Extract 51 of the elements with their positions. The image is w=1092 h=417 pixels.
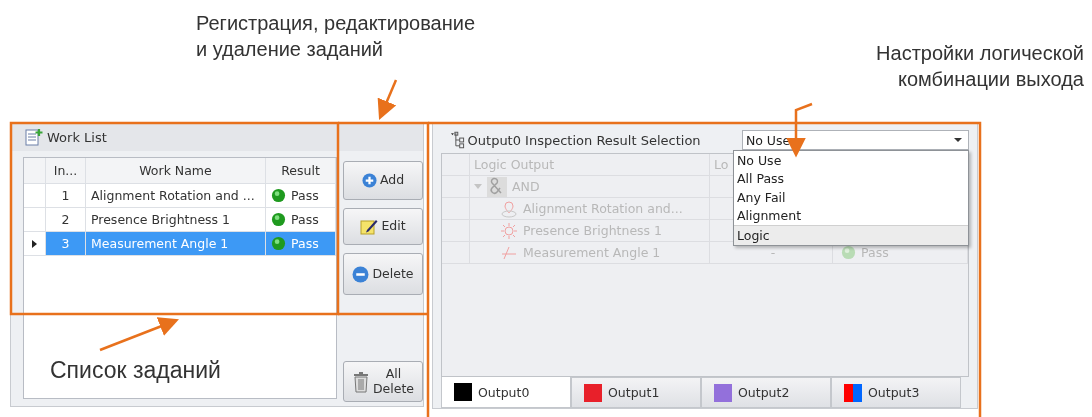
add-button[interactable]: Add	[343, 161, 423, 200]
table-cell: Presence Brightness 1	[86, 208, 266, 232]
tree-node-label: Presence Brightness 1	[523, 223, 663, 238]
pin-icon	[500, 199, 518, 218]
tree-node-label: AND	[512, 179, 540, 194]
field-label: Output0 Inspection Result Selection	[467, 132, 702, 148]
tree-node-label: Measurement Angle 1	[523, 245, 661, 260]
dropdown-option[interactable]: Any Fail	[734, 188, 968, 207]
table-cell: Measurement Angle 1	[86, 232, 266, 256]
arrow	[377, 79, 398, 120]
status-light-icon	[841, 245, 856, 260]
dropdown-option[interactable]: No Use	[734, 151, 968, 170]
status-light-icon	[271, 212, 286, 227]
table-cell: 3	[46, 232, 86, 256]
cell-text: -	[770, 245, 776, 260]
output-tab[interactable]: Output1	[571, 377, 701, 408]
caret-icon	[954, 138, 962, 142]
expand-arrow-icon[interactable]	[474, 183, 482, 190]
column-header[interactable]: Result	[266, 158, 336, 184]
table-cell: 1	[46, 184, 86, 208]
output-tab[interactable]: Output0	[441, 377, 571, 408]
output-tab[interactable]: Output3	[831, 377, 961, 408]
trash-icon	[351, 370, 370, 393]
column-header[interactable]: In...	[46, 158, 86, 184]
table-cell: Pass	[266, 184, 336, 208]
table-cell: Pass	[266, 232, 336, 256]
output-tab[interactable]: Output2	[701, 377, 831, 408]
dropdown-option[interactable]: Logic	[734, 225, 968, 245]
row-indicator[interactable]	[24, 232, 46, 256]
sun-icon	[500, 221, 518, 240]
annotation-text: Настройки логической комбинации выхода	[876, 41, 1084, 92]
table-cell: 2	[46, 208, 86, 232]
status-light-icon	[271, 188, 286, 203]
table-cell: Pass	[266, 208, 336, 232]
edit-button[interactable]: Edit	[343, 208, 423, 245]
list-add-icon	[25, 128, 43, 146]
column-header[interactable]: Work Name	[86, 158, 266, 184]
annotation-text: Регистрация, редактирование и удаление заданий	[196, 11, 476, 62]
tree-icon	[451, 131, 465, 149]
row-pointer-icon	[32, 239, 37, 248]
delete-button[interactable]: Delete	[343, 253, 423, 295]
all-delete-button[interactable]: All Delete	[343, 361, 423, 402]
annotation-text: Список заданий	[50, 356, 221, 385]
status-light-icon	[271, 236, 286, 251]
minus-icon	[352, 265, 370, 283]
plus-icon	[361, 173, 377, 188]
pencil-icon	[360, 218, 379, 235]
tree-node-label: Alignment Rotation and...	[523, 201, 683, 216]
cell-text: Pass	[861, 245, 889, 260]
panel-title: Work List	[47, 129, 107, 145]
table-cell: Alignment Rotation and ...	[86, 184, 266, 208]
